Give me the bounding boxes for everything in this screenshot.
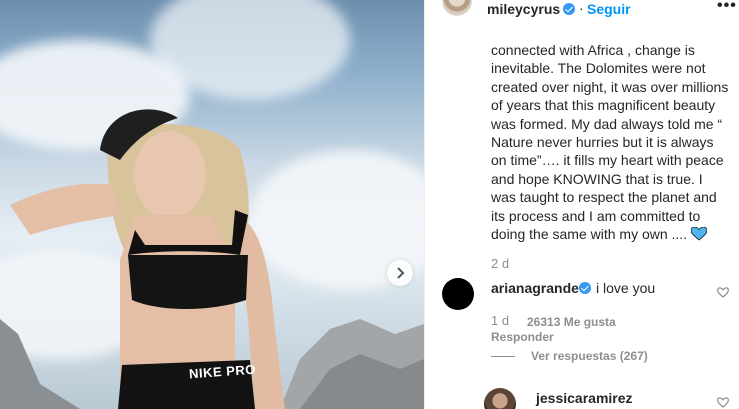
commenter-avatar[interactable] — [442, 278, 474, 310]
verified-badge-icon — [563, 3, 575, 15]
comments-panel: mileycyrus · Seguir ••• connected with A… — [424, 0, 739, 409]
view-replies-button[interactable]: Ver respuestas (267) — [531, 349, 648, 363]
next-photo-button[interactable] — [387, 260, 413, 286]
verified-badge-icon — [579, 282, 591, 294]
author-username[interactable]: mileycyrus — [487, 1, 560, 17]
comment-likes-count[interactable]: 26313 Me gusta — [527, 315, 616, 329]
commenter-username[interactable]: jessicaramirez — [536, 390, 633, 406]
heart-outline-icon[interactable] — [717, 287, 729, 298]
replies-divider — [491, 356, 515, 357]
blue-heart-icon — [690, 227, 707, 241]
follow-button[interactable]: Seguir — [587, 1, 631, 17]
author-avatar[interactable] — [442, 0, 472, 16]
post-header: mileycyrus · Seguir ••• — [425, 0, 739, 17]
commenter-avatar[interactable] — [484, 388, 516, 409]
chevron-right-icon — [397, 267, 405, 279]
comment-timestamp: 1 d — [491, 313, 510, 328]
reply-button[interactable]: Responder — [491, 330, 554, 344]
caption-timestamp: 2 d — [491, 256, 510, 271]
person-figure — [10, 109, 285, 409]
more-options-button[interactable]: ••• — [717, 0, 737, 15]
post-caption: connected with Africa , change is inevit… — [491, 41, 729, 243]
comment-text: i love you — [596, 280, 656, 296]
heart-outline-icon[interactable] — [717, 397, 729, 408]
caption-text: connected with Africa , change is inevit… — [491, 42, 729, 243]
post-photo: NIKE PRO — [0, 0, 424, 409]
separator-dot: · — [579, 0, 584, 16]
commenter-username[interactable]: arianagrande — [491, 280, 579, 296]
